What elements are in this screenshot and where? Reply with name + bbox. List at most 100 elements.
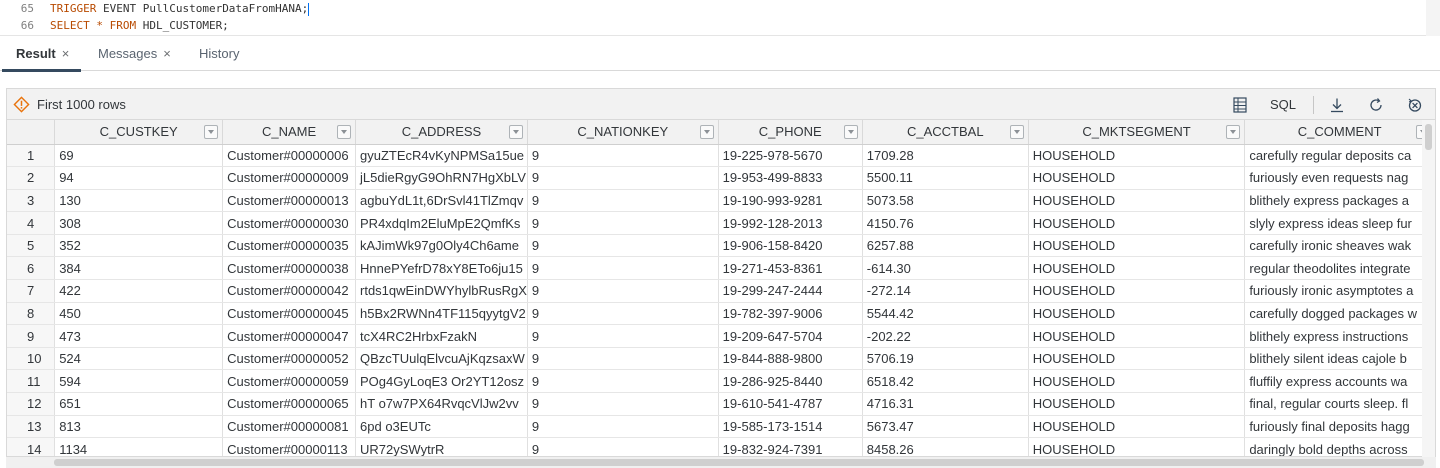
- table-cell[interactable]: 384: [54, 256, 224, 281]
- table-row[interactable]: 13 813 Customer#00000081 6pd o3EUTc 9 19-585-…: [7, 415, 1435, 439]
- table-cell[interactable]: HOUSEHOLD: [1028, 392, 1246, 416]
- filter-icon[interactable]: [337, 125, 352, 139]
- table-cell[interactable]: 19-992-128-2013: [718, 211, 863, 235]
- table-cell[interactable]: POg4GyLoqE3 Or2YT12osz: [355, 369, 528, 394]
- table-cell[interactable]: -272.14: [862, 279, 1029, 303]
- table-cell[interactable]: HnnePYefrD78xY8ETo6ju15: [355, 256, 528, 281]
- table-cell[interactable]: Customer#00000013: [222, 189, 357, 213]
- table-cell[interactable]: furiously even requests nag: [1244, 166, 1435, 190]
- table-cell[interactable]: 19-953-499-8833: [718, 166, 863, 190]
- sql-button[interactable]: SQL: [1265, 94, 1301, 115]
- table-cell[interactable]: 1709.28: [862, 144, 1029, 168]
- table-cell[interactable]: HOUSEHOLD: [1028, 189, 1246, 213]
- table-cell[interactable]: HOUSEHOLD: [1028, 256, 1246, 281]
- table-cell[interactable]: HOUSEHOLD: [1028, 166, 1246, 190]
- table-cell[interactable]: 450: [54, 302, 224, 326]
- table-cell[interactable]: 4150.76: [862, 211, 1029, 235]
- refresh-button[interactable]: [1366, 94, 1386, 115]
- table-cell[interactable]: fluffily express accounts wa: [1244, 369, 1435, 394]
- table-cell[interactable]: 94: [54, 166, 224, 190]
- table-cell[interactable]: 9: [527, 369, 719, 394]
- table-row[interactable]: 10 524 Customer#00000052 QBzcTUulqElvcuAjKq…: [7, 347, 1435, 371]
- table-cell[interactable]: 19-209-647-5704: [718, 324, 863, 348]
- table-cell[interactable]: 9: [527, 211, 719, 235]
- table-cell[interactable]: 19-832-924-7391: [718, 437, 863, 456]
- table-cell[interactable]: 19-190-993-9281: [718, 189, 863, 213]
- table-cell[interactable]: regular theodolites integrate: [1244, 256, 1435, 281]
- table-cell[interactable]: 9: [527, 256, 719, 281]
- vertical-scrollbar[interactable]: [1422, 120, 1435, 457]
- close-icon[interactable]: ×: [62, 37, 70, 71]
- table-cell[interactable]: gyuZTEcR4vKyNPMSa15ue: [355, 144, 528, 168]
- table-row[interactable]: 4 308 Customer#00000030 PR4xdqIm2EluMpE2Qmf…: [7, 211, 1435, 235]
- table-cell[interactable]: 19-299-247-2444: [718, 279, 863, 303]
- table-cell[interactable]: final, regular courts sleep. fl: [1244, 392, 1435, 416]
- column-header[interactable]: C_ACCTBAL: [862, 120, 1029, 145]
- table-cell[interactable]: -614.30: [862, 256, 1029, 281]
- table-cell[interactable]: blithely silent ideas cajole b: [1244, 347, 1435, 371]
- table-cell[interactable]: carefully ironic sheaves wak: [1244, 234, 1435, 258]
- table-cell[interactable]: 5544.42: [862, 302, 1029, 326]
- table-cell[interactable]: hT o7w7PX64RvqcVlJw2vv: [355, 392, 528, 416]
- table-cell[interactable]: Customer#00000035: [222, 234, 357, 258]
- table-cell[interactable]: 352: [54, 234, 224, 258]
- table-cell[interactable]: tcX4RC2HrbxFzakN: [355, 324, 528, 348]
- table-cell[interactable]: 5673.47: [862, 415, 1029, 439]
- table-cell[interactable]: 308: [54, 211, 224, 235]
- table-cell[interactable]: 9: [527, 347, 719, 371]
- table-cell[interactable]: Customer#00000059: [222, 369, 357, 394]
- table-cell[interactable]: HOUSEHOLD: [1028, 144, 1246, 168]
- table-row[interactable]: 2 94 Customer#00000009 jL5dieRgyG9OhRN7HgXb…: [7, 166, 1435, 190]
- table-cell[interactable]: 422: [54, 279, 224, 303]
- table-cell[interactable]: blithely express instructions: [1244, 324, 1435, 348]
- table-cell[interactable]: 9: [527, 189, 719, 213]
- table-cell[interactable]: 5500.11: [862, 166, 1029, 190]
- table-cell[interactable]: jL5dieRgyG9OhRN7HgXbLV: [355, 166, 528, 190]
- filter-icon[interactable]: [508, 125, 523, 139]
- table-cell[interactable]: 9: [527, 324, 719, 348]
- tab-result[interactable]: Result ×: [1, 37, 82, 72]
- download-button[interactable]: [1327, 94, 1347, 115]
- table-cell[interactable]: Customer#00000006: [222, 144, 357, 168]
- table-cell[interactable]: 5073.58: [862, 189, 1029, 213]
- clear-button[interactable]: [1405, 94, 1425, 115]
- filter-icon[interactable]: [1009, 125, 1024, 139]
- table-cell[interactable]: Customer#00000052: [222, 347, 357, 371]
- table-row[interactable]: 1 69 Customer#00000006 gyuZTEcR4vKyNPMSa15u…: [7, 144, 1435, 168]
- column-settings-button[interactable]: [1231, 94, 1249, 115]
- table-cell[interactable]: Customer#00000030: [222, 211, 357, 235]
- table-cell[interactable]: UR72ySWytrR: [355, 437, 528, 456]
- table-row[interactable]: 14 1134 Customer#00000113 UR72ySWytrR 9 19-83…: [7, 437, 1435, 456]
- table-cell[interactable]: 19-610-541-4787: [718, 392, 863, 416]
- table-cell[interactable]: 5706.19: [862, 347, 1029, 371]
- table-cell[interactable]: 1134: [54, 437, 224, 456]
- table-cell[interactable]: HOUSEHOLD: [1028, 234, 1246, 258]
- table-cell[interactable]: 8458.26: [862, 437, 1029, 456]
- table-cell[interactable]: QBzcTUulqElvcuAjKqzsaxW: [355, 347, 528, 371]
- table-cell[interactable]: 19-585-173-1514: [718, 415, 863, 439]
- table-cell[interactable]: 9: [527, 437, 719, 456]
- table-cell[interactable]: 130: [54, 189, 224, 213]
- table-cell[interactable]: HOUSEHOLD: [1028, 415, 1246, 439]
- table-cell[interactable]: 69: [54, 144, 224, 168]
- table-row[interactable]: 5 352 Customer#00000035 kAJimWk97g0Oly4Ch6a…: [7, 234, 1435, 258]
- table-cell[interactable]: HOUSEHOLD: [1028, 302, 1246, 326]
- table-cell[interactable]: HOUSEHOLD: [1028, 347, 1246, 371]
- table-cell[interactable]: Customer#00000045: [222, 302, 357, 326]
- table-row[interactable]: 11 594 Customer#00000059 POg4GyLoqE3 Or2YT1…: [7, 369, 1435, 394]
- table-cell[interactable]: 19-225-978-5670: [718, 144, 863, 168]
- sql-editor[interactable]: 65 TRIGGER EVENT PullCustomerDataFromHANA…: [0, 0, 1440, 36]
- column-header[interactable]: C_ADDRESS: [355, 120, 528, 145]
- filter-icon[interactable]: [204, 125, 219, 139]
- editor-scrollbar[interactable]: [1426, 0, 1440, 36]
- table-cell[interactable]: HOUSEHOLD: [1028, 437, 1246, 456]
- table-cell[interactable]: 9: [527, 144, 719, 168]
- table-cell[interactable]: 6pd o3EUTc: [355, 415, 528, 439]
- table-cell[interactable]: carefully regular deposits ca: [1244, 144, 1435, 168]
- table-cell[interactable]: 651: [54, 392, 224, 416]
- table-cell[interactable]: 19-286-925-8440: [718, 369, 863, 394]
- table-cell[interactable]: rtds1qwEinDWYhylbRusRgX: [355, 279, 528, 303]
- table-row[interactable]: 12 651 Customer#00000065 hT o7w7PX64RvqcVlJ…: [7, 392, 1435, 416]
- table-cell[interactable]: furiously final deposits hagg: [1244, 415, 1435, 439]
- tab-history[interactable]: History: [197, 37, 241, 71]
